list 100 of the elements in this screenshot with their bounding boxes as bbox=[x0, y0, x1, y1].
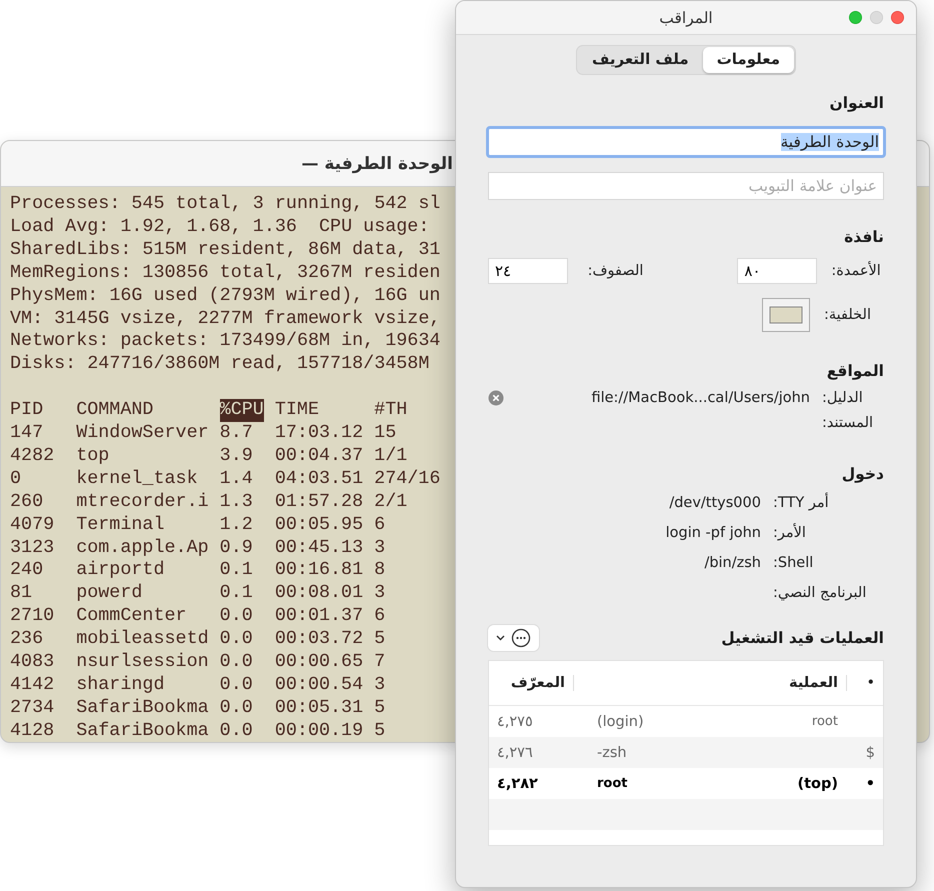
table-cell: 0.0 bbox=[220, 651, 253, 674]
table-cell: 81 bbox=[10, 582, 32, 606]
table-cell: SafariBookma bbox=[76, 720, 209, 742]
terminal-line: VM: 3145G vsize, 2277M framework vsize, bbox=[10, 308, 440, 330]
value-text: login -pf john bbox=[666, 525, 761, 541]
table-cell: 0.0 bbox=[220, 628, 253, 652]
terminal-line: Disks: 247716/3860M read, 157718/3458M bbox=[10, 353, 430, 376]
table-cell: root bbox=[812, 714, 838, 730]
table-cell-text: ٤,٢٧٥ bbox=[496, 714, 534, 730]
table-cell: 0 bbox=[10, 468, 22, 491]
section-heading: العنوان bbox=[828, 94, 884, 112]
column-header: • bbox=[846, 675, 883, 691]
table-cell: 4142 bbox=[10, 674, 54, 697]
tab[interactable]: معلومات bbox=[702, 47, 794, 73]
table-cell-text: $ bbox=[864, 744, 876, 760]
value-text: /dev/ttys000 bbox=[669, 495, 761, 511]
table-cell: 3 bbox=[374, 582, 386, 606]
terminal-line: Load Avg: 1.92, 1.68, 1.36 CPU usage: bbox=[10, 216, 430, 239]
table-cell: SafariBookma bbox=[76, 696, 209, 720]
field-label: الصفوف: bbox=[586, 263, 644, 279]
table-cell: 0.0 bbox=[220, 696, 253, 720]
table-cell-text: • bbox=[864, 776, 876, 792]
table-cell: sharingd bbox=[76, 674, 164, 697]
field-label: الأعمدة: bbox=[831, 263, 882, 279]
table-cell: 1.3 bbox=[220, 490, 253, 514]
table-cell: 6 bbox=[374, 605, 386, 628]
table-cell: 00:16.81 bbox=[274, 559, 364, 582]
table-cell: 5 bbox=[374, 720, 386, 742]
title-field[interactable]: الوحدة الطرفية bbox=[486, 126, 886, 158]
table-cell: mtrecorder.i bbox=[76, 490, 209, 514]
table-cell: 4083 bbox=[10, 651, 54, 674]
path-text: file://MacBook...cal/Users/john bbox=[591, 390, 810, 406]
table-cell: 00:00.19 bbox=[274, 720, 364, 742]
table-cell: 1.4 bbox=[220, 468, 253, 491]
table-cell: 260 bbox=[10, 490, 44, 514]
table-cell: 2/1 bbox=[374, 490, 408, 514]
chevron-down-icon bbox=[496, 635, 505, 641]
table-cell: 3 bbox=[374, 674, 386, 697]
column-header: PID bbox=[10, 399, 44, 422]
table-cell: 00:01.37 bbox=[274, 605, 364, 628]
tab[interactable]: ملف التعريف bbox=[578, 47, 703, 73]
table-cell: 240 bbox=[10, 559, 44, 582]
table-cell: 0.0 bbox=[220, 720, 253, 742]
table-cell: 8.7 bbox=[220, 422, 253, 445]
table-cell: 1/1 bbox=[374, 444, 408, 468]
terminal-line: SharedLibs: 515M resident, 86M data, 31 bbox=[10, 238, 440, 262]
section-heading: دخول bbox=[840, 465, 884, 483]
clear-icon[interactable] bbox=[488, 390, 504, 406]
terminal-line: Processes: 545 total, 3 running, 542 sl bbox=[10, 193, 440, 216]
table-cell: root bbox=[597, 776, 628, 792]
table-cell: 00:05.95 bbox=[274, 514, 364, 537]
section-heading: العمليات قيد التشغيل bbox=[721, 629, 884, 647]
table-cell: 3 bbox=[374, 536, 386, 560]
column-header: %CPU bbox=[220, 399, 264, 422]
zoom-button[interactable] bbox=[849, 11, 862, 24]
terminal-line: MemRegions: 130856 total, 3267M residen bbox=[10, 262, 440, 285]
table-cell: CommCenter bbox=[76, 605, 187, 628]
column-header: #TH bbox=[374, 399, 408, 422]
action-menu-button[interactable] bbox=[488, 625, 539, 651]
table-cell: 00:00.65 bbox=[274, 651, 364, 674]
table-cell: 3.9 bbox=[220, 444, 253, 468]
table-cell: 4282 bbox=[10, 444, 54, 468]
table-cell: 01:57.28 bbox=[274, 490, 364, 514]
table-cell: 147 bbox=[10, 422, 44, 445]
table-cell: 274/16 bbox=[374, 468, 440, 491]
table-cell: 0.1 bbox=[220, 582, 253, 606]
table-cell: 6 bbox=[374, 514, 386, 537]
color-well[interactable] bbox=[762, 298, 810, 332]
terminal-line: Networks: packets: 173499/68M in, 19634 bbox=[10, 330, 440, 354]
close-button[interactable] bbox=[891, 11, 904, 24]
field-label: Shell: bbox=[773, 555, 814, 571]
terminal-line: PhysMem: 16G used (2793M wired), 16G un bbox=[10, 284, 440, 308]
table-cell: mobileassetd bbox=[76, 628, 209, 652]
section-heading: نافذة bbox=[843, 228, 884, 246]
window-title: الوحدة الطرفية — bbox=[301, 154, 453, 174]
table-cell-text: ٤,٢٨٢ bbox=[496, 776, 539, 792]
table-cell: nsurlsession bbox=[76, 651, 209, 674]
rows-field[interactable]: ٢٤ bbox=[488, 258, 568, 284]
tab-title-field[interactable]: عنوان علامة التبويب bbox=[488, 172, 884, 200]
table-cell: 7 bbox=[374, 651, 386, 674]
field-label: المستند: bbox=[822, 415, 874, 431]
table-cell: 8 bbox=[374, 559, 386, 582]
table-cell: 4079 bbox=[10, 514, 54, 537]
field-label: البرنامج النصي: bbox=[773, 585, 866, 601]
column-header: TIME bbox=[274, 399, 319, 422]
field-label: أمر TTY: bbox=[773, 495, 829, 511]
table-cell: WindowServer bbox=[76, 422, 209, 445]
table-cell: top bbox=[76, 444, 110, 468]
table-cell: 0.1 bbox=[220, 559, 253, 582]
table-cell: 2734 bbox=[10, 696, 54, 720]
table-cell: airportd bbox=[76, 559, 164, 582]
table-cell: 4128 bbox=[10, 720, 54, 742]
table-cell: 3123 bbox=[10, 536, 54, 560]
table-cell: 0.0 bbox=[220, 605, 253, 628]
table-cell: kernel_task bbox=[76, 468, 198, 491]
table-cell: 00:45.13 bbox=[274, 536, 364, 560]
ellipsis-circle-icon bbox=[511, 628, 531, 648]
table-cell: 1.2 bbox=[220, 514, 253, 537]
columns-field[interactable]: ٨٠ bbox=[737, 258, 818, 284]
table-cell: 236 bbox=[10, 628, 44, 652]
